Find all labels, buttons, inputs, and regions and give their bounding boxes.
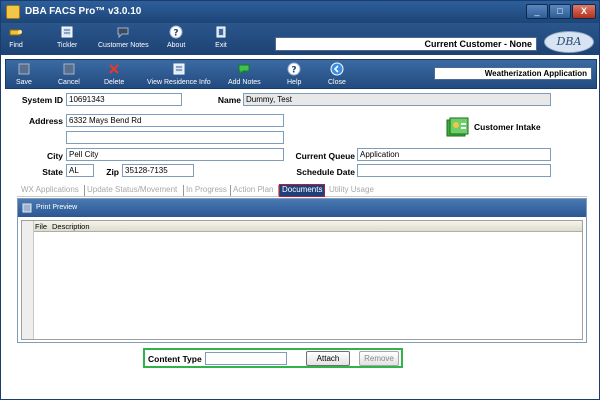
about-button[interactable]: ? About	[167, 25, 185, 50]
tab-update-status-movement[interactable]: Update Status/Movement	[85, 184, 179, 197]
tab-strip: WX Applications Update Status/Movement I…	[17, 183, 587, 197]
residence-info-icon	[173, 63, 185, 75]
tab-in-progress[interactable]: In Progress	[184, 184, 229, 197]
state-field[interactable]: AL	[66, 164, 94, 177]
documents-toolbar: Print Preview	[18, 199, 586, 217]
system-id-field[interactable]: 10691343	[66, 93, 182, 106]
print-preview-button[interactable]: Print Preview	[36, 204, 77, 211]
address-line1-field[interactable]: 6332 Mays Bend Rd	[66, 114, 284, 127]
about-label: About	[167, 42, 186, 49]
close-icon	[330, 62, 344, 76]
title-bar[interactable]: DBA FACS Pro™ v3.0.10 _ □ X	[1, 1, 599, 23]
system-id-label: System ID	[21, 95, 63, 105]
save-label: Save	[16, 79, 32, 86]
exit-label: Exit	[215, 42, 227, 49]
minimize-button[interactable]: _	[526, 4, 548, 19]
row-selector-column	[22, 221, 34, 339]
tickler-button[interactable]: Tickler	[57, 25, 77, 50]
documents-panel: Print Preview File Description	[17, 198, 587, 343]
customer-notes-button[interactable]: Customer Notes	[98, 25, 149, 50]
delete-label: Delete	[104, 79, 125, 86]
close-label: Close	[328, 79, 346, 86]
cancel-icon	[63, 63, 75, 75]
svg-text:?: ?	[174, 29, 179, 39]
find-button[interactable]: Find	[9, 25, 23, 50]
documents-grid[interactable]: File Description	[21, 220, 583, 340]
add-notes-button[interactable]: Add Notes	[228, 62, 261, 87]
cancel-button[interactable]: Cancel	[58, 62, 80, 87]
column-header-file[interactable]: File	[35, 221, 47, 232]
zip-label: Zip	[106, 167, 119, 177]
exit-icon	[216, 26, 226, 38]
help-label: Help	[287, 79, 302, 86]
view-residence-info-label: View Residence Info	[147, 79, 211, 86]
about-icon: ?	[169, 25, 183, 39]
tab-wx-applications[interactable]: WX Applications	[19, 184, 81, 197]
exit-button[interactable]: Exit	[214, 25, 228, 50]
save-icon	[18, 63, 30, 75]
tickler-icon	[61, 26, 73, 38]
save-button[interactable]: Save	[16, 62, 32, 87]
record-toolbar: Save Cancel Delete View Residence Info A…	[5, 59, 597, 89]
delete-button[interactable]: Delete	[104, 62, 124, 87]
section-title: Weatherization Application	[434, 67, 592, 80]
address-label: Address	[28, 116, 63, 126]
add-notes-icon	[238, 64, 250, 76]
view-residence-info-button[interactable]: View Residence Info	[147, 62, 211, 87]
tickler-label: Tickler	[57, 42, 78, 49]
main-toolbar: Find Tickler Customer Notes ? About Exit…	[1, 23, 599, 55]
schedule-date-label: Schedule Date	[296, 167, 355, 177]
current-customer-display: Current Customer - None	[275, 37, 537, 51]
grid-header	[22, 221, 582, 232]
dba-logo: DBA	[544, 31, 594, 53]
zip-field[interactable]: 35128-7135	[122, 164, 194, 177]
add-notes-label: Add Notes	[228, 79, 261, 86]
app-icon	[6, 5, 20, 19]
city-label: City	[46, 151, 63, 161]
tab-action-plan[interactable]: Action Plan	[231, 184, 275, 197]
help-button[interactable]: ? Help	[287, 62, 301, 87]
maximize-button[interactable]: □	[549, 4, 571, 19]
find-label: Find	[9, 42, 23, 49]
cancel-label: Cancel	[58, 79, 80, 86]
content-type-input[interactable]	[205, 352, 287, 365]
address-line2-field[interactable]	[66, 131, 284, 144]
city-field[interactable]: Pell City	[66, 148, 284, 161]
tab-documents[interactable]: Documents	[279, 184, 326, 197]
window-title: DBA FACS Pro™ v3.0.10	[25, 6, 142, 17]
close-window-button[interactable]: X	[572, 4, 596, 19]
find-icon	[9, 29, 22, 36]
attachment-bar: Content Type Attach Remove	[143, 348, 403, 368]
attach-button[interactable]: Attach	[306, 351, 350, 366]
close-button[interactable]: Close	[328, 62, 346, 87]
help-icon: ?	[287, 62, 301, 76]
state-label: State	[42, 167, 63, 177]
svg-text:?: ?	[292, 66, 297, 76]
app-window: DBA FACS Pro™ v3.0.10 _ □ X Find Tickler…	[0, 0, 600, 400]
name-label: Name	[217, 95, 241, 105]
print-preview-icon[interactable]	[22, 203, 32, 213]
schedule-date-field[interactable]	[357, 164, 551, 177]
customer-notes-label: Customer Notes	[98, 42, 149, 49]
current-queue-label: Current Queue	[295, 151, 355, 161]
customer-intake-link[interactable]: Customer Intake	[474, 122, 541, 132]
current-queue-field[interactable]: Application	[357, 148, 551, 161]
tab-utility-usage[interactable]: Utility Usage	[327, 184, 376, 197]
delete-icon	[109, 64, 119, 74]
customer-notes-icon	[117, 27, 129, 39]
column-header-description[interactable]: Description	[52, 221, 90, 232]
name-field[interactable]: Dummy, Test	[243, 93, 551, 106]
content-type-label: Content Type	[148, 354, 202, 364]
remove-button[interactable]: Remove	[359, 351, 399, 366]
customer-intake-icon[interactable]	[446, 117, 470, 139]
